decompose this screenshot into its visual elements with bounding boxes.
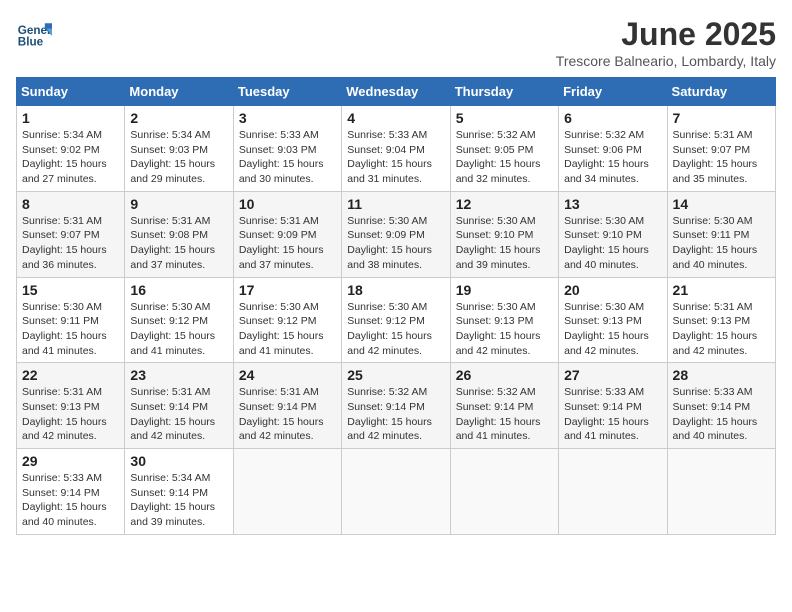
logo: General Blue xyxy=(16,16,52,52)
header-monday: Monday xyxy=(125,78,233,106)
table-row: 21Sunrise: 5:31 AMSunset: 9:13 PMDayligh… xyxy=(667,277,775,363)
table-row: 9Sunrise: 5:31 AMSunset: 9:08 PMDaylight… xyxy=(125,191,233,277)
table-row: 29Sunrise: 5:33 AMSunset: 9:14 PMDayligh… xyxy=(17,449,125,535)
table-row: 12Sunrise: 5:30 AMSunset: 9:10 PMDayligh… xyxy=(450,191,558,277)
table-row: 22Sunrise: 5:31 AMSunset: 9:13 PMDayligh… xyxy=(17,363,125,449)
table-row: 2Sunrise: 5:34 AMSunset: 9:03 PMDaylight… xyxy=(125,106,233,192)
header-thursday: Thursday xyxy=(450,78,558,106)
table-row: 30Sunrise: 5:34 AMSunset: 9:14 PMDayligh… xyxy=(125,449,233,535)
table-row: 16Sunrise: 5:30 AMSunset: 9:12 PMDayligh… xyxy=(125,277,233,363)
table-row: 4Sunrise: 5:33 AMSunset: 9:04 PMDaylight… xyxy=(342,106,450,192)
table-row xyxy=(559,449,667,535)
header-tuesday: Tuesday xyxy=(233,78,341,106)
table-row: 23Sunrise: 5:31 AMSunset: 9:14 PMDayligh… xyxy=(125,363,233,449)
table-row: 1Sunrise: 5:34 AMSunset: 9:02 PMDaylight… xyxy=(17,106,125,192)
header-saturday: Saturday xyxy=(667,78,775,106)
table-row xyxy=(233,449,341,535)
table-row: 28Sunrise: 5:33 AMSunset: 9:14 PMDayligh… xyxy=(667,363,775,449)
header-wednesday: Wednesday xyxy=(342,78,450,106)
table-row: 18Sunrise: 5:30 AMSunset: 9:12 PMDayligh… xyxy=(342,277,450,363)
table-row: 15Sunrise: 5:30 AMSunset: 9:11 PMDayligh… xyxy=(17,277,125,363)
table-row: 3Sunrise: 5:33 AMSunset: 9:03 PMDaylight… xyxy=(233,106,341,192)
table-row: 10Sunrise: 5:31 AMSunset: 9:09 PMDayligh… xyxy=(233,191,341,277)
calendar-subtitle: Trescore Balneario, Lombardy, Italy xyxy=(556,53,776,69)
table-row: 13Sunrise: 5:30 AMSunset: 9:10 PMDayligh… xyxy=(559,191,667,277)
table-row: 27Sunrise: 5:33 AMSunset: 9:14 PMDayligh… xyxy=(559,363,667,449)
table-row xyxy=(342,449,450,535)
table-row: 25Sunrise: 5:32 AMSunset: 9:14 PMDayligh… xyxy=(342,363,450,449)
calendar-table: Sunday Monday Tuesday Wednesday Thursday… xyxy=(16,77,776,535)
table-row: 24Sunrise: 5:31 AMSunset: 9:14 PMDayligh… xyxy=(233,363,341,449)
weekday-header-row: Sunday Monday Tuesday Wednesday Thursday… xyxy=(17,78,776,106)
header-friday: Friday xyxy=(559,78,667,106)
table-row: 7Sunrise: 5:31 AMSunset: 9:07 PMDaylight… xyxy=(667,106,775,192)
table-row: 11Sunrise: 5:30 AMSunset: 9:09 PMDayligh… xyxy=(342,191,450,277)
logo-icon: General Blue xyxy=(16,16,52,52)
header-sunday: Sunday xyxy=(17,78,125,106)
table-row xyxy=(450,449,558,535)
table-row: 8Sunrise: 5:31 AMSunset: 9:07 PMDaylight… xyxy=(17,191,125,277)
table-row: 17Sunrise: 5:30 AMSunset: 9:12 PMDayligh… xyxy=(233,277,341,363)
table-row xyxy=(667,449,775,535)
title-section: June 2025 Trescore Balneario, Lombardy, … xyxy=(556,16,776,69)
table-row: 20Sunrise: 5:30 AMSunset: 9:13 PMDayligh… xyxy=(559,277,667,363)
table-row: 6Sunrise: 5:32 AMSunset: 9:06 PMDaylight… xyxy=(559,106,667,192)
svg-text:Blue: Blue xyxy=(18,36,44,49)
table-row: 19Sunrise: 5:30 AMSunset: 9:13 PMDayligh… xyxy=(450,277,558,363)
page-header: General Blue June 2025 Trescore Balneari… xyxy=(16,16,776,69)
table-row: 14Sunrise: 5:30 AMSunset: 9:11 PMDayligh… xyxy=(667,191,775,277)
table-row: 26Sunrise: 5:32 AMSunset: 9:14 PMDayligh… xyxy=(450,363,558,449)
calendar-title: June 2025 xyxy=(556,16,776,53)
table-row: 5Sunrise: 5:32 AMSunset: 9:05 PMDaylight… xyxy=(450,106,558,192)
